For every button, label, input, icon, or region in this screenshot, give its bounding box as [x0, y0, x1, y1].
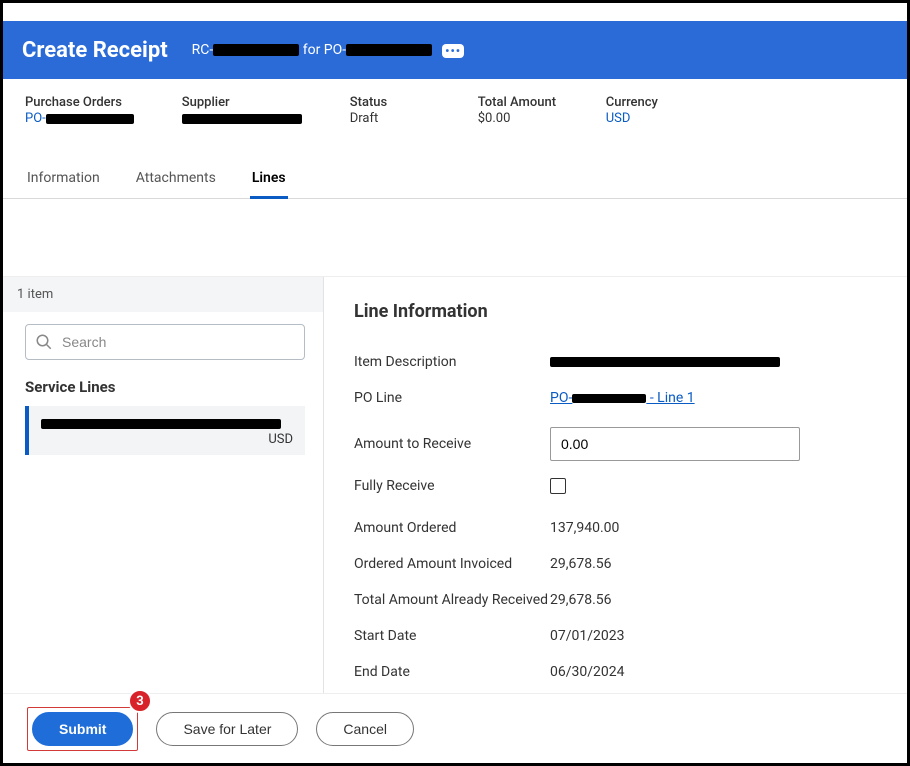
- fully-receive-checkbox[interactable]: [550, 478, 566, 494]
- ordered-invoiced-label: Ordered Amount Invoiced: [354, 556, 550, 572]
- summary-status-label: Status: [350, 95, 430, 110]
- page-title: Create Receipt: [22, 38, 168, 63]
- summary-currency-label: Currency: [606, 95, 686, 110]
- lines-panel: 1 item Service Lines USD: [3, 277, 323, 693]
- summary-currency: Currency USD: [606, 95, 686, 126]
- end-date-value: 06/30/2024: [550, 664, 625, 680]
- summary-po-label: Purchase Orders: [25, 95, 134, 110]
- summary-supplier-label: Supplier: [182, 95, 302, 110]
- summary-supplier: Supplier: [182, 95, 302, 126]
- line-detail-panel: Line Information Item Description PO Lin…: [323, 277, 907, 693]
- po-line-value[interactable]: PO- - Line 1: [550, 390, 695, 406]
- cancel-button[interactable]: Cancel: [316, 712, 414, 746]
- summary-status-value: Draft: [350, 111, 430, 126]
- amount-ordered-label: Amount Ordered: [354, 520, 550, 536]
- amount-to-receive-label: Amount to Receive: [354, 436, 550, 452]
- save-for-later-button[interactable]: Save for Later: [156, 712, 298, 746]
- step-badge: 3: [128, 689, 152, 713]
- end-date-label: End Date: [354, 664, 550, 680]
- item-description-label: Item Description: [354, 354, 550, 370]
- start-date-label: Start Date: [354, 628, 550, 644]
- submit-button[interactable]: Submit: [32, 712, 133, 746]
- total-received-label: Total Amount Already Received: [354, 592, 550, 608]
- page-header: Create Receipt RC- for PO- •••: [0, 21, 910, 79]
- tab-attachments[interactable]: Attachments: [134, 162, 218, 198]
- ordered-invoiced-value: 29,678.56: [550, 556, 612, 572]
- summary-po-value[interactable]: PO-: [25, 111, 134, 126]
- amount-ordered-value: 137,940.00: [550, 520, 619, 536]
- total-received-value: 29,678.56: [550, 592, 612, 608]
- summary-status: Status Draft: [350, 95, 430, 126]
- lines-count: 1 item: [3, 277, 323, 312]
- summary-bar: Purchase Orders PO- Supplier Status Draf…: [3, 79, 907, 126]
- service-line-title: [41, 416, 293, 428]
- fully-receive-label: Fully Receive: [354, 478, 550, 494]
- search-input[interactable]: [25, 324, 305, 360]
- po-line-label: PO Line: [354, 390, 550, 406]
- item-description-value: [550, 354, 780, 370]
- summary-total: Total Amount $0.00: [478, 95, 558, 126]
- summary-total-label: Total Amount: [478, 95, 558, 110]
- summary-po: Purchase Orders PO-: [25, 95, 134, 126]
- tab-lines[interactable]: Lines: [250, 162, 288, 199]
- service-lines-heading: Service Lines: [25, 378, 305, 396]
- actions-menu-icon[interactable]: •••: [442, 44, 464, 58]
- page-subtitle: RC- for PO-: [192, 42, 432, 58]
- line-info-heading: Line Information: [354, 301, 907, 322]
- amount-to-receive-input[interactable]: [550, 427, 800, 461]
- submit-highlight: Submit: [27, 707, 138, 751]
- start-date-value: 07/01/2023: [550, 628, 625, 644]
- service-line-item[interactable]: USD: [25, 406, 305, 455]
- tabs: Information Attachments Lines: [3, 162, 907, 199]
- summary-currency-value[interactable]: USD: [606, 111, 686, 126]
- summary-total-value: $0.00: [478, 111, 558, 126]
- summary-supplier-value[interactable]: [182, 111, 302, 126]
- service-line-amount: USD: [41, 432, 293, 447]
- tab-information[interactable]: Information: [25, 162, 102, 198]
- search-icon: [35, 333, 53, 351]
